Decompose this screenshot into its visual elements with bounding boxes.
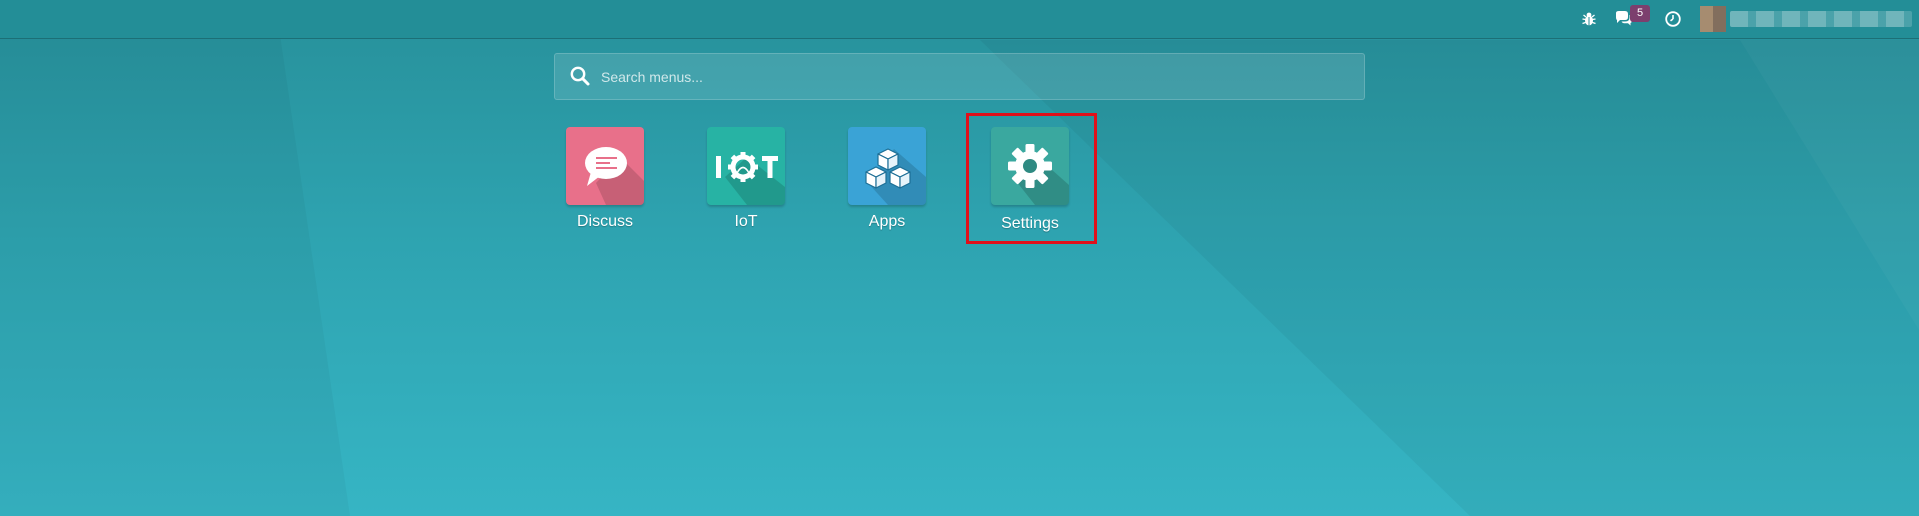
app-label-apps: Apps — [868, 213, 906, 230]
user-name[interactable] — [1730, 11, 1912, 27]
top-navbar: 5 — [0, 0, 1919, 39]
gear-icon — [991, 127, 1069, 205]
app-settings[interactable]: Settings — [980, 127, 1070, 239]
search-bar[interactable] — [554, 53, 1365, 100]
app-label-settings: Settings — [1001, 215, 1059, 232]
speech-bubble-icon — [566, 127, 644, 205]
iot-icon — [707, 127, 785, 205]
background-shape-left — [0, 0, 350, 516]
cubes-icon — [848, 127, 926, 205]
search-icon — [570, 66, 590, 86]
search-input[interactable] — [601, 54, 1351, 99]
chat-badge: 5 — [1630, 5, 1650, 22]
app-label-discuss: Discuss — [576, 213, 633, 230]
clock-icon[interactable] — [1663, 9, 1683, 29]
app-apps[interactable]: Apps — [837, 127, 927, 239]
app-discuss[interactable]: Discuss — [555, 127, 645, 239]
bug-icon[interactable] — [1579, 9, 1599, 29]
avatar[interactable] — [1700, 6, 1726, 32]
app-iot[interactable]: IoT — [696, 127, 786, 239]
app-label-iot: IoT — [734, 213, 758, 230]
